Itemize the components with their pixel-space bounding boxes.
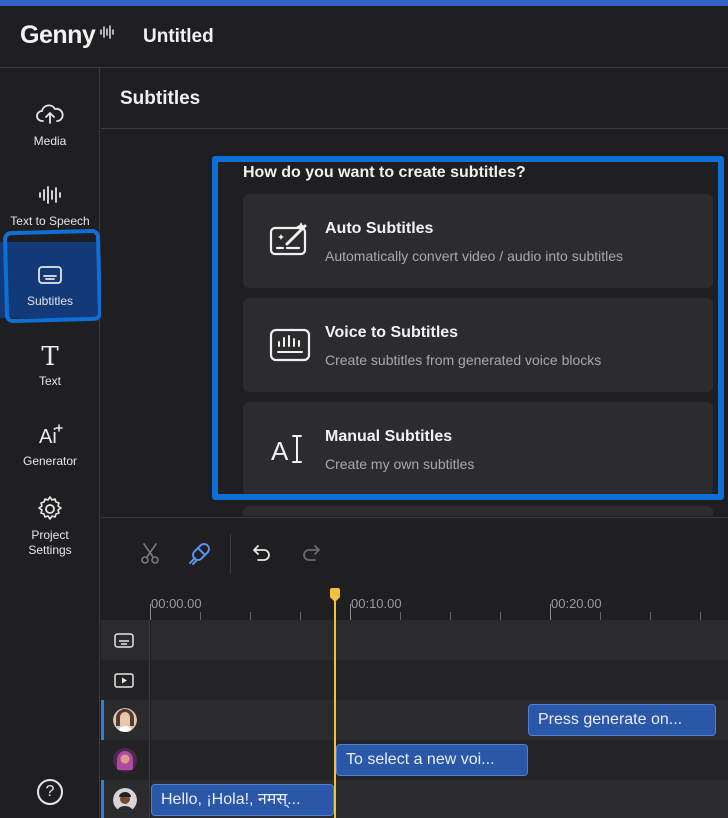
voice-clip[interactable]: Press generate on... [528, 704, 716, 736]
sidebar-item-label: Text [38, 374, 61, 388]
text-t-icon: T [41, 342, 59, 370]
track-lane[interactable]: Hello, ¡Hola!, नमस्... [151, 780, 728, 818]
track-header[interactable] [101, 620, 150, 660]
ruler-tick [200, 612, 201, 620]
svg-text:Ai: Ai [39, 426, 57, 448]
video-track-icon [114, 673, 134, 688]
ruler-label: 00:10.00 [351, 596, 402, 611]
track-row-voice-1: Press generate on... [101, 700, 728, 740]
ruler-tick [250, 612, 251, 620]
panel-title: Subtitles [120, 88, 201, 109]
annotation-highlight-subtitles [2, 228, 103, 324]
sidebar-item-label: Text to Speech [10, 214, 90, 228]
playhead[interactable] [334, 590, 336, 818]
voice-avatar-icon [113, 748, 137, 772]
track-header[interactable] [101, 700, 150, 740]
upload-cloud-icon [36, 104, 64, 124]
ruler-tick [600, 612, 601, 620]
magnet-icon[interactable] [187, 540, 213, 566]
track-row-subtitles [101, 620, 728, 660]
track-row-voice-3: Hello, ¡Hola!, नमस्... [101, 780, 728, 818]
sidebar-item-label: Project Settings [28, 528, 72, 557]
app-logo[interactable]: Genny [20, 21, 96, 50]
gear-icon [38, 496, 62, 520]
ruler-tick [700, 612, 701, 620]
track-header[interactable] [101, 780, 150, 818]
track-row-voice-2: To select a new voi... [101, 740, 728, 780]
ruler-tick [450, 612, 451, 620]
ruler-tick [300, 612, 301, 620]
voice-clip[interactable]: To select a new voi... [336, 744, 528, 776]
track-row-video [101, 660, 728, 700]
ruler-tick [150, 604, 151, 620]
track-lane[interactable]: To select a new voi... [151, 740, 728, 780]
ruler-label: 00:00.00 [151, 596, 202, 611]
svg-text:T: T [41, 342, 59, 370]
sidebar-item-generator[interactable]: Ai Generator [0, 402, 100, 478]
toolbar-divider [230, 534, 231, 574]
subtitles-track-icon [114, 633, 134, 648]
track-lane[interactable] [151, 660, 728, 700]
waveform-icon [39, 186, 61, 204]
ruler-label: 00:20.00 [551, 596, 602, 611]
ai-sparkle-icon: Ai [39, 424, 63, 448]
sidebar-item-project-settings[interactable]: Project Settings [0, 482, 100, 572]
sidebar: Media Text to Speech Subtitles T Text Ai [0, 68, 100, 818]
help-button[interactable]: ? [37, 779, 63, 805]
timeline: 00:00.00 00:10.00 00:20.00 Press generat… [101, 517, 728, 818]
track-header[interactable] [101, 740, 150, 780]
ruler-tick [400, 612, 401, 620]
panel-header: Subtitles [101, 68, 728, 129]
track-header[interactable] [101, 660, 150, 700]
voice-clip[interactable]: Hello, ¡Hola!, नमस्... [151, 784, 334, 816]
voice-avatar-icon [113, 708, 137, 732]
annotation-highlight-options [212, 156, 724, 500]
ruler-tick [500, 612, 501, 620]
sidebar-item-text-to-speech[interactable]: Text to Speech [0, 162, 100, 238]
sidebar-item-label: Media [33, 134, 67, 148]
ruler-tick [550, 604, 551, 620]
ruler-tick [350, 604, 351, 620]
sidebar-item-label: Generator [22, 454, 78, 468]
track-lane[interactable] [151, 620, 728, 660]
document-title[interactable]: Untitled [143, 26, 214, 48]
more-options-card [243, 506, 713, 516]
undo-icon[interactable] [248, 540, 274, 566]
logo-wave-icon [100, 25, 114, 39]
voice-avatar-icon [113, 788, 137, 812]
sidebar-item-text[interactable]: T Text [0, 322, 100, 398]
ruler-tick [650, 612, 651, 620]
time-ruler[interactable]: 00:00.00 00:10.00 00:20.00 [150, 590, 728, 620]
redo-icon[interactable] [299, 540, 325, 566]
scissors-icon[interactable] [137, 540, 163, 566]
track-lane[interactable]: Press generate on... [151, 700, 728, 740]
sidebar-item-media[interactable]: Media [0, 82, 100, 158]
app-header: Genny Untitled [0, 6, 728, 68]
